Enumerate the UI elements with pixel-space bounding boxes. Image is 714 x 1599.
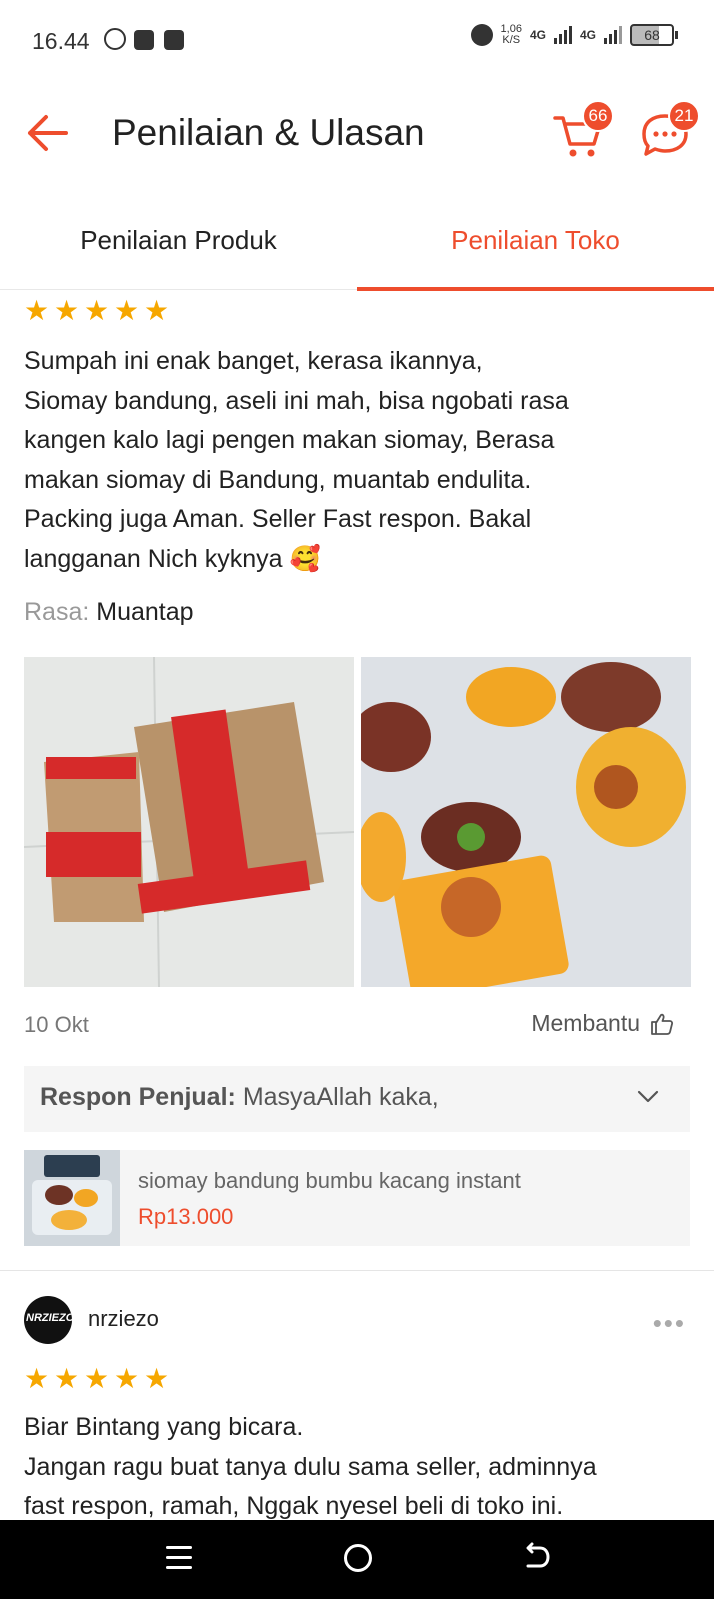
network-type-2: 4G	[579, 28, 596, 42]
review-photo-product[interactable]	[361, 657, 691, 987]
chat-badge: 21	[668, 100, 700, 132]
tab-label: Penilaian Produk	[80, 225, 277, 255]
signal-icon	[604, 26, 622, 44]
app-header: Penilaian & Ulasan 66 21	[0, 80, 714, 190]
tab-product-reviews[interactable]: Penilaian Produk	[0, 208, 357, 290]
star-icon: ★	[54, 295, 80, 326]
home-button[interactable]	[344, 1544, 372, 1572]
seller-reply-text: Respon Penjual: MasyaAllah kaka,	[40, 1083, 439, 1112]
cart-button[interactable]: 66	[552, 100, 614, 160]
review-photo-package[interactable]	[24, 657, 354, 987]
battery-icon: 68	[630, 24, 678, 46]
star-icon: ★	[54, 1363, 80, 1394]
attribute-label: Rasa:	[24, 598, 90, 626]
more-options-button[interactable]: •••	[653, 1308, 686, 1339]
helpful-label: Membantu	[531, 1010, 640, 1036]
status-time: 16.44	[32, 28, 90, 54]
notification-icon	[134, 30, 154, 50]
star-icon: ★	[114, 295, 140, 326]
back-button[interactable]	[24, 110, 70, 156]
product-thumbnail	[24, 1150, 120, 1246]
cart-badge: 66	[582, 100, 614, 132]
review-text: Sumpah ini enak banget, kerasa ikannya, …	[24, 347, 569, 573]
helpful-button[interactable]: Membantu	[531, 1010, 674, 1037]
tab-label: Penilaian Toko	[451, 225, 620, 255]
seller-reply-message: MasyaAllah kaka,	[242, 1083, 439, 1111]
review-divider	[0, 1270, 714, 1271]
alarm-icon	[470, 24, 493, 46]
product-name: siomay bandung bumbu kacang instant	[138, 1168, 521, 1193]
seller-reply[interactable]: Respon Penjual: MasyaAllah kaka,	[24, 1066, 690, 1132]
reviewer-username[interactable]: nrziezo	[88, 1306, 159, 1332]
tab-bar: Penilaian Produk Penilaian Toko	[0, 208, 714, 291]
chevron-down-icon[interactable]	[636, 1084, 660, 1108]
back-nav-button[interactable]	[522, 1542, 552, 1572]
review-attribute: Rasa: Muantap	[24, 598, 194, 627]
product-card[interactable]: siomay bandung bumbu kacang instant Rp13…	[24, 1150, 690, 1246]
attribute-value: Muantap	[96, 598, 194, 626]
star-icon: ★	[84, 1363, 110, 1394]
back-arrow-icon	[28, 115, 68, 151]
status-indicators: 1,06 K/S 4G 4G 68	[470, 23, 678, 46]
status-bar: 16.44 1,06 K/S 4G 4G 68	[0, 0, 714, 80]
star-icon: ★	[24, 1363, 50, 1394]
whatsapp-icon	[104, 28, 126, 50]
seller-reply-label: Respon Penjual:	[40, 1083, 236, 1111]
star-icon: ★	[114, 1363, 140, 1394]
product-price: Rp13.000	[138, 1204, 234, 1229]
star-icon: ★	[84, 295, 110, 326]
star-icon: ★	[24, 295, 50, 326]
avatar[interactable]: NRZIEZO	[24, 1296, 72, 1344]
network-type-1: 4G	[529, 28, 546, 42]
notification-icon	[164, 30, 184, 50]
active-tab-indicator	[357, 287, 714, 291]
tab-shop-reviews[interactable]: Penilaian Toko	[357, 208, 714, 291]
network-speed: 1,06 K/S	[500, 23, 522, 46]
review-text: Biar Bintang yang bicara. Jangan ragu bu…	[24, 1413, 597, 1520]
recent-apps-button[interactable]	[166, 1546, 192, 1572]
avatar-logo-text: NRZIEZO	[26, 1312, 72, 1324]
rating-stars: ★ ★ ★ ★ ★	[24, 295, 170, 326]
rating-stars: ★ ★ ★ ★ ★	[24, 1363, 170, 1394]
star-icon: ★	[144, 295, 170, 326]
thumbs-up-icon	[651, 1013, 674, 1035]
system-nav-bar	[0, 1520, 714, 1599]
review-date: 10 Okt	[24, 1012, 89, 1037]
page-title: Penilaian & Ulasan	[112, 112, 425, 153]
signal-icon	[553, 26, 572, 44]
chat-button[interactable]: 21	[638, 100, 700, 160]
star-icon: ★	[144, 1363, 170, 1394]
